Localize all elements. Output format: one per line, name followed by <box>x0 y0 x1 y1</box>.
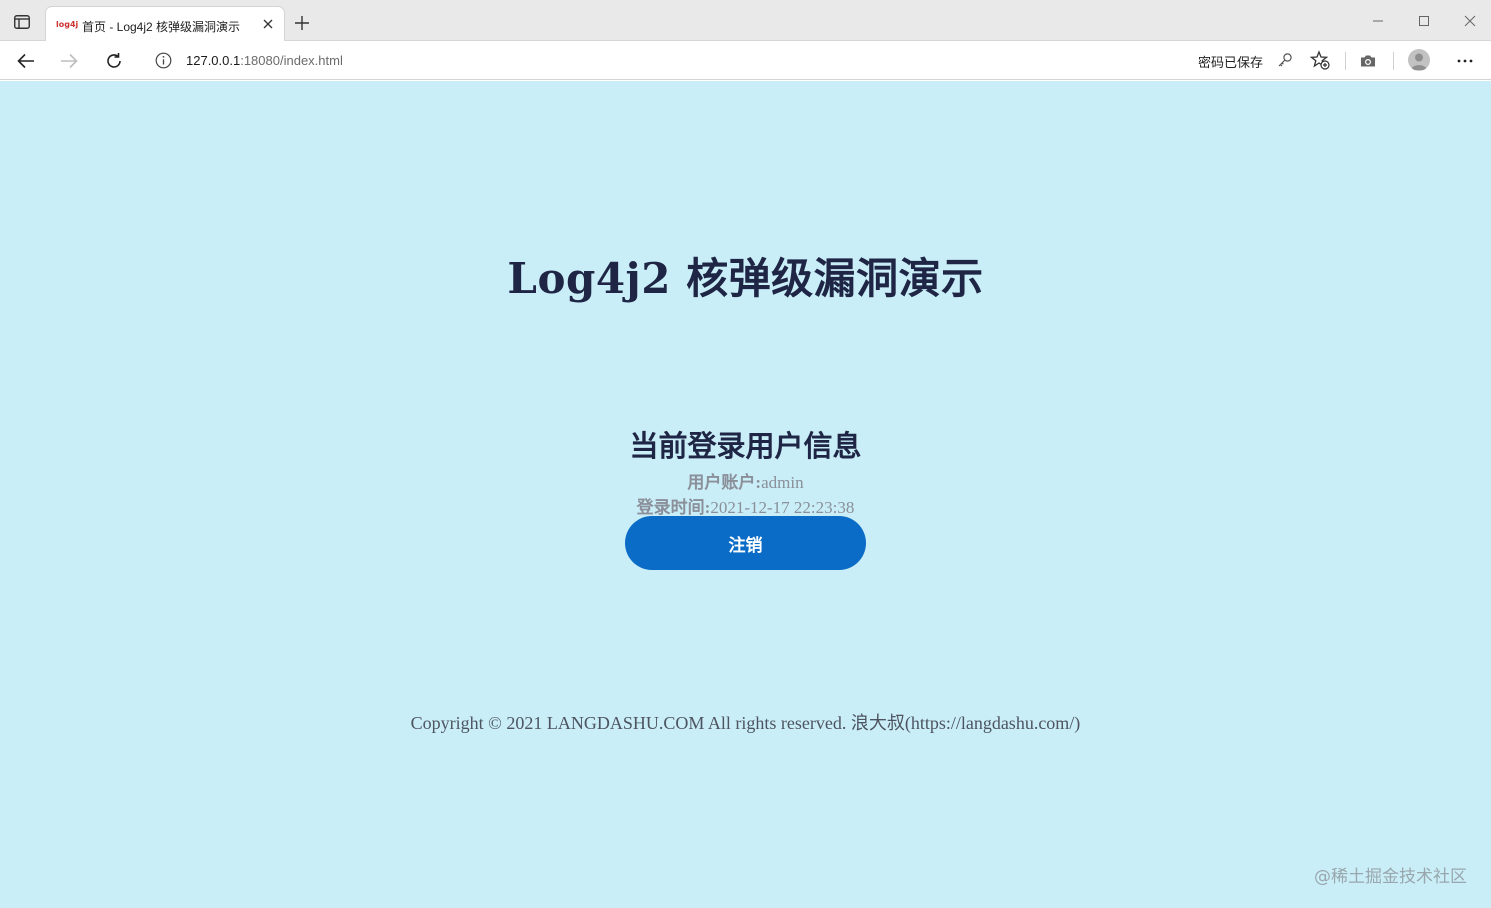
more-icon[interactable] <box>1452 48 1478 74</box>
login-time-label: 登录时间: <box>636 498 711 517</box>
url-text[interactable]: 127.0.0.1:18080/index.html <box>186 53 343 68</box>
user-info-heading: 当前登录用户信息 <box>629 429 862 463</box>
minimize-icon[interactable] <box>1366 9 1390 33</box>
toolbar-divider <box>1345 52 1346 70</box>
toolbar-divider <box>1393 52 1394 70</box>
copyright-footer: Copyright © 2021 LANGDASHU.COM All right… <box>410 713 1081 733</box>
back-arrow-icon[interactable] <box>13 48 39 74</box>
maximize-icon[interactable] <box>1412 9 1436 33</box>
password-saved-label[interactable]: 密码已保存 <box>1198 52 1263 71</box>
page-title: Log4j2 核弹级漏洞演示 <box>507 254 984 303</box>
close-icon[interactable] <box>260 16 276 32</box>
logout-button[interactable]: 注销 <box>625 516 866 570</box>
url-path: :18080/index.html <box>240 53 343 68</box>
camera-icon[interactable] <box>1355 48 1381 74</box>
account-label: 用户账户: <box>687 473 762 492</box>
tab-strip: log4j 首页 - Log4j2 核弹级漏洞演示 <box>0 0 1491 42</box>
tab-title: 首页 - Log4j2 核弹级漏洞演示 <box>82 20 241 34</box>
account-value: admin <box>761 473 804 492</box>
close-window-icon[interactable] <box>1458 9 1482 33</box>
tab-actions-icon[interactable] <box>9 12 35 32</box>
plus-icon[interactable] <box>292 13 312 33</box>
favicon-icon: log4j <box>56 20 79 29</box>
forward-arrow-icon[interactable] <box>56 48 82 74</box>
star-add-icon[interactable] <box>1310 50 1330 70</box>
account-info: 用户账户:admin <box>0 468 1491 493</box>
key-icon[interactable] <box>1277 52 1293 68</box>
login-time-value: 2021-12-17 22:23:38 <box>710 498 855 517</box>
info-icon[interactable] <box>155 52 172 69</box>
browser-tab[interactable]: log4j 首页 - Log4j2 核弹级漏洞演示 <box>45 6 285 42</box>
url-host: 127.0.0.1 <box>186 53 241 68</box>
watermark: @稀土掘金技术社区 <box>1314 867 1467 887</box>
page-content: Log4j2 核弹级漏洞演示 当前登录用户信息 用户账户:admin 登录时间:… <box>0 81 1491 908</box>
address-bar[interactable]: 127.0.0.1:18080/index.html 密码已保存 <box>142 46 1337 75</box>
login-time-info: 登录时间:2021-12-17 22:23:38 <box>0 493 1491 518</box>
browser-toolbar: 127.0.0.1:18080/index.html 密码已保存 <box>0 41 1491 80</box>
profile-avatar[interactable] <box>1408 49 1430 71</box>
refresh-icon[interactable] <box>101 48 127 74</box>
